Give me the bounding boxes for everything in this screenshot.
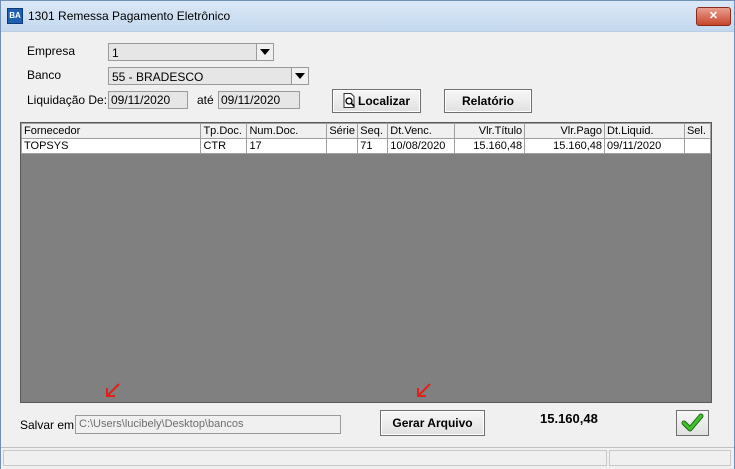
cell-vlr-titulo: 15.160,48 [454, 138, 526, 154]
col-vlr-pago[interactable]: Vlr.Pago [524, 123, 606, 139]
col-dt-venc[interactable]: Dt.Venc. [387, 123, 456, 139]
gerar-arquivo-label: Gerar Arquivo [392, 416, 473, 430]
chevron-down-icon[interactable] [291, 68, 308, 84]
col-dt-liquid[interactable]: Dt.Liquid. [604, 123, 685, 139]
cell-fornecedor: TOPSYS [20, 138, 202, 154]
liquidacao-label: Liquidação De: [27, 93, 108, 107]
annotation-arrow-icon [106, 383, 120, 397]
gerar-arquivo-button[interactable]: Gerar Arquivo [380, 410, 485, 436]
cell-dt-venc: 10/08/2020 [387, 138, 456, 154]
cell-serie [326, 138, 359, 154]
relatorio-label: Relatório [461, 94, 514, 108]
close-button[interactable]: ✕ [696, 7, 731, 26]
cell-tp-doc: CTR [200, 138, 248, 154]
save-path-field[interactable]: C:\Users\lucibely\Desktop\bancos [75, 415, 341, 434]
document-search-icon [343, 93, 356, 108]
results-table: Fornecedor Tp.Doc. Num.Doc. Série Seq. D… [20, 123, 712, 154]
empresa-value: 1 [112, 46, 119, 60]
cell-dt-liquid: 09/11/2020 [604, 138, 685, 154]
localizar-button[interactable]: Localizar [332, 89, 421, 113]
banco-select[interactable]: 55 - BRADESCO [108, 67, 309, 85]
col-num-doc[interactable]: Num.Doc. [246, 123, 328, 139]
cell-vlr-pago: 15.160,48 [524, 138, 606, 154]
total-value: 15.160,48 [540, 411, 598, 426]
status-bar [1, 447, 734, 469]
col-sel[interactable]: Sel. [683, 123, 712, 139]
chevron-down-icon[interactable] [256, 44, 273, 60]
main-window: BA 1301 Remessa Pagamento Eletrônico ✕ E… [0, 0, 735, 469]
empresa-label: Empresa [27, 44, 76, 58]
col-fornecedor[interactable]: Fornecedor [20, 123, 202, 139]
annotation-arrow-icon [417, 383, 431, 397]
col-seq[interactable]: Seq. [357, 123, 389, 139]
results-grid[interactable]: Fornecedor Tp.Doc. Num.Doc. Série Seq. D… [20, 122, 712, 403]
check-icon [681, 413, 704, 432]
title-bar: BA 1301 Remessa Pagamento Eletrônico ✕ [1, 1, 734, 32]
confirm-button[interactable] [676, 410, 709, 436]
relatorio-button[interactable]: Relatório [444, 89, 532, 113]
table-row[interactable]: TOPSYS CTR 17 71 10/08/2020 15.160,48 15… [20, 138, 712, 154]
banco-value: 55 - BRADESCO [112, 70, 204, 84]
cell-seq: 71 [357, 138, 389, 154]
ate-label: até [197, 93, 214, 107]
table-header-row: Fornecedor Tp.Doc. Num.Doc. Série Seq. D… [20, 123, 712, 139]
empresa-select[interactable]: 1 [108, 43, 274, 61]
status-cell-right [609, 450, 731, 466]
app-icon: BA [7, 8, 23, 24]
salvar-label: Salvar em: [20, 418, 78, 432]
liquidacao-to-field[interactable]: 09/11/2020 [218, 91, 300, 109]
banco-label: Banco [27, 68, 62, 82]
col-vlr-titulo[interactable]: Vlr.Título [454, 123, 526, 139]
cell-num-doc: 17 [246, 138, 328, 154]
cell-sel[interactable] [683, 138, 712, 154]
window-title: 1301 Remessa Pagamento Eletrônico [28, 9, 231, 23]
col-serie[interactable]: Série [326, 123, 359, 139]
col-tp-doc[interactable]: Tp.Doc. [200, 123, 248, 139]
liquidacao-from-field[interactable]: 09/11/2020 [108, 91, 188, 109]
localizar-label: Localizar [357, 94, 411, 108]
status-cell-main [3, 450, 607, 466]
